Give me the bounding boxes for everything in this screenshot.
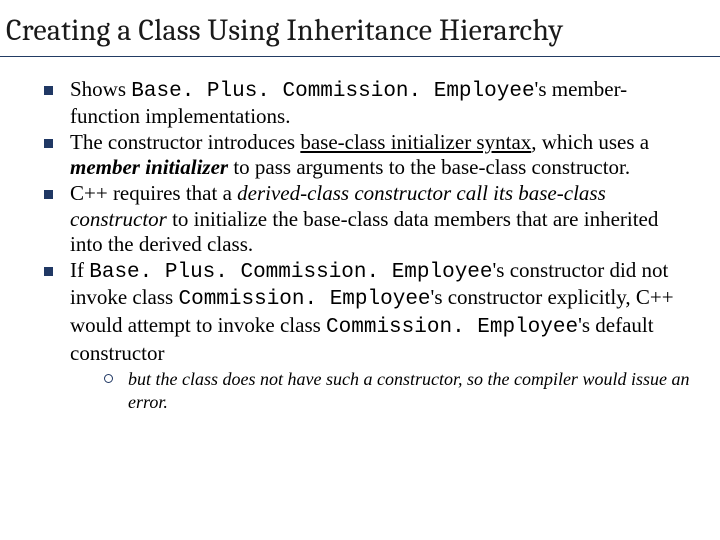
sub-bullet-list: but the class does not have such a const… — [70, 368, 694, 413]
text: Shows — [70, 77, 131, 101]
bullet-item: C++ requires that a derived-class constr… — [40, 181, 694, 258]
text: If — [70, 258, 89, 282]
text: but the class does not have such a const… — [128, 369, 689, 412]
code-text: Base. Plus. Commission. Employee — [89, 261, 492, 284]
bullet-item: If Base. Plus. Commission. Employee's co… — [40, 258, 694, 413]
sub-bullet-item: but the class does not have such a const… — [100, 368, 694, 413]
slide-body: Shows Base. Plus. Commission. Employee's… — [0, 57, 720, 414]
bullet-item: The constructor introduces base-class in… — [40, 130, 694, 181]
code-text: Base. Plus. Commission. Employee — [131, 80, 534, 103]
code-text: Commission. Employee — [178, 288, 430, 311]
code-text: Commission. Employee — [326, 316, 578, 339]
bullet-item: Shows Base. Plus. Commission. Employee's… — [40, 77, 694, 130]
underline-text: base-class initializer syntax — [300, 130, 531, 154]
slide-title: Creating a Class Using Inheritance Hiera… — [0, 12, 720, 57]
title-area: Creating a Class Using Inheritance Hiera… — [0, 0, 720, 57]
bullet-list: Shows Base. Plus. Commission. Employee's… — [40, 77, 694, 414]
bold-italic-text: member initializer — [70, 155, 228, 179]
slide: { "title": "Creating a Class Using Inher… — [0, 0, 720, 540]
text: to pass arguments to the base-class cons… — [228, 155, 630, 179]
text: , which uses a — [531, 130, 649, 154]
text: The constructor introduces — [70, 130, 300, 154]
text: C++ requires that a — [70, 181, 237, 205]
